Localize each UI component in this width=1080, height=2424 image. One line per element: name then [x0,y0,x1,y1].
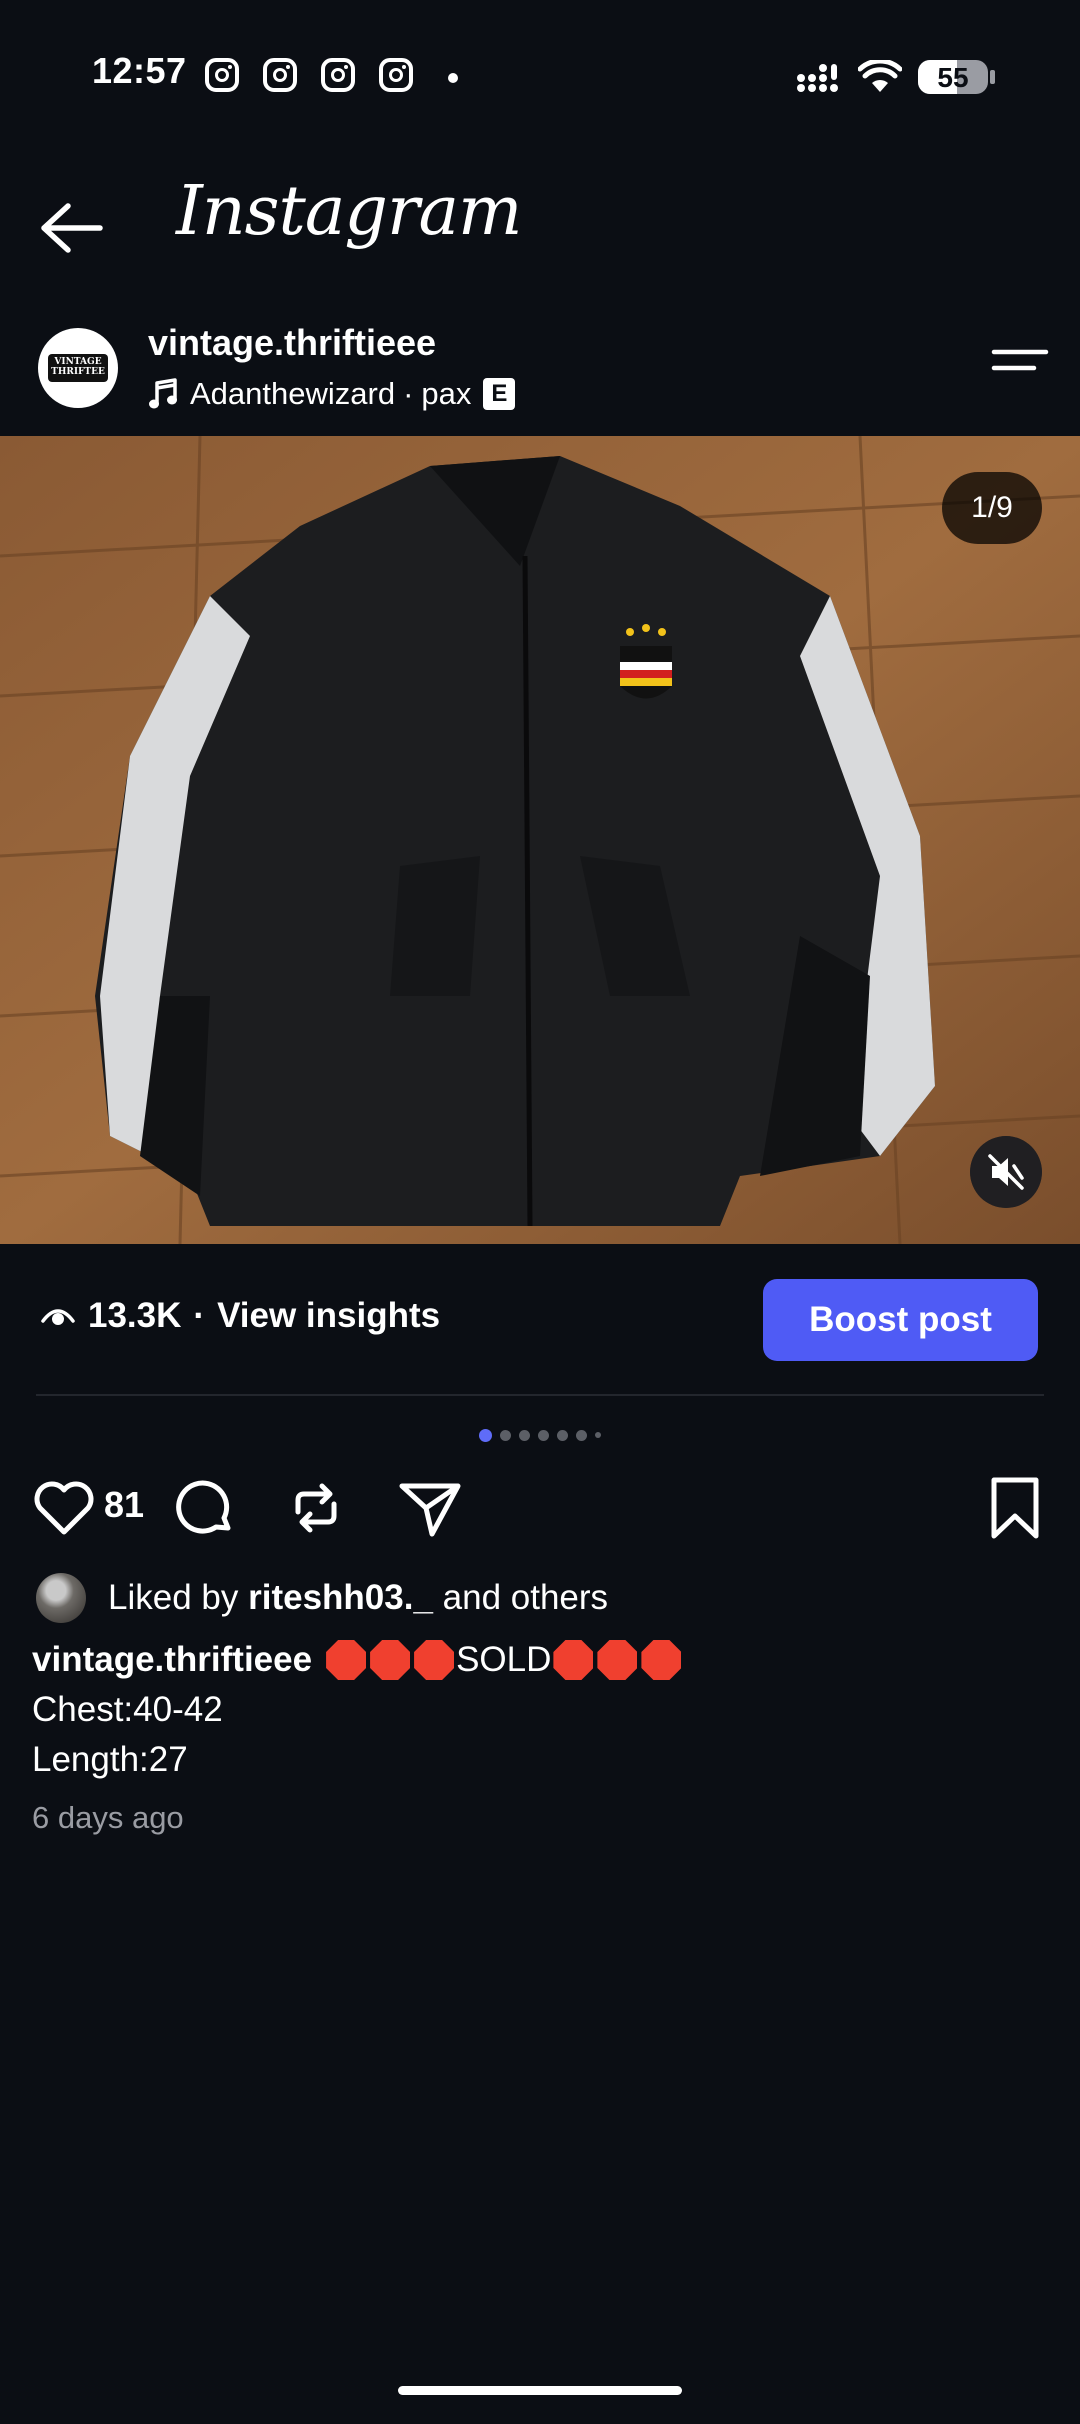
views-eye-icon [41,1309,75,1325]
instagram-notification-icon [263,58,297,92]
carousel-dot [576,1429,587,1441]
avatar-logo: VINTAGE THRIFTEE [48,354,108,382]
carousel-dot [500,1429,511,1441]
insights-separator: · [193,1296,206,1335]
caption: vintage.thriftieee SOLD [32,1640,683,1680]
like-count[interactable]: 81 [104,1484,144,1526]
carousel-page-counter: 1/9 [942,472,1042,544]
share-button[interactable] [396,1474,464,1542]
post-timestamp: 6 days ago [32,1800,184,1835]
liked-by-line[interactable]: Liked by riteshh03._ and others [108,1578,608,1618]
liked-by-suffix: and others [442,1578,609,1617]
carousel-indicator [0,1428,1080,1442]
jacket-photo [0,436,1080,1244]
divider [36,1394,1044,1396]
carousel-dot [479,1428,492,1442]
repost-button[interactable] [282,1474,350,1542]
carousel-dot [519,1429,530,1441]
liker-avatar[interactable] [36,1573,86,1623]
liked-by-user[interactable]: riteshh03._ [248,1578,433,1617]
view-insights-label: View insights [217,1296,441,1335]
stop-sign-emoji [414,1640,455,1680]
stop-sign-emoji [370,1640,411,1680]
stop-sign-emoji [553,1640,594,1680]
stop-sign-emoji [641,1640,682,1680]
stop-sign-emoji [597,1640,638,1680]
instagram-notification-icon [321,58,355,92]
post-username[interactable]: vintage.thriftieee [148,322,436,364]
carousel-dot [538,1429,549,1441]
mute-toggle-button[interactable] [970,1136,1042,1208]
battery-icon: 55 [918,60,988,94]
caption-length: Length:27 [32,1740,188,1779]
music-note-icon [149,378,177,409]
more-notifications-dot-icon [448,73,458,83]
view-insights-link[interactable]: 13.3K · View insights [40,1296,440,1336]
home-indicator[interactable] [398,2386,682,2395]
caption-sold-text: SOLD [456,1640,552,1679]
audio-attribution[interactable]: Adanthewizard · pax E [148,376,516,412]
carousel-dot [595,1432,601,1438]
post-image[interactable] [0,436,1080,1244]
back-button[interactable] [36,196,108,260]
save-bookmark-button[interactable] [984,1474,1046,1542]
stop-sign-emoji [326,1640,367,1680]
comment-button[interactable] [172,1474,240,1542]
battery-cap [990,70,995,84]
more-options-button[interactable] [990,346,1050,386]
audio-artist: Adanthewizard [190,376,396,411]
explicit-badge: E [483,378,516,410]
boost-post-button[interactable]: Boost post [763,1279,1038,1361]
status-time: 12:57 [92,50,187,91]
audio-separator: · [403,376,414,411]
liked-by-prefix: Liked by [108,1578,239,1617]
instagram-notification-icon [379,58,413,92]
battery-percent: 55 [937,62,969,93]
caption-username[interactable]: vintage.thriftieee [32,1640,312,1680]
wifi-icon [858,60,902,92]
app-title: Instagram [176,172,522,251]
avatar-logo-text: VINTAGE THRIFTEE [51,357,105,377]
instagram-notification-icon [205,58,239,92]
carousel-dot [557,1429,568,1441]
caption-chest: Chest:40-42 [32,1690,223,1729]
signal-icon [797,64,838,92]
audio-track: pax [421,376,472,411]
views-count: 13.3K [88,1296,182,1335]
like-button[interactable] [30,1474,98,1542]
post-author-avatar[interactable]: VINTAGE THRIFTEE [38,328,118,408]
